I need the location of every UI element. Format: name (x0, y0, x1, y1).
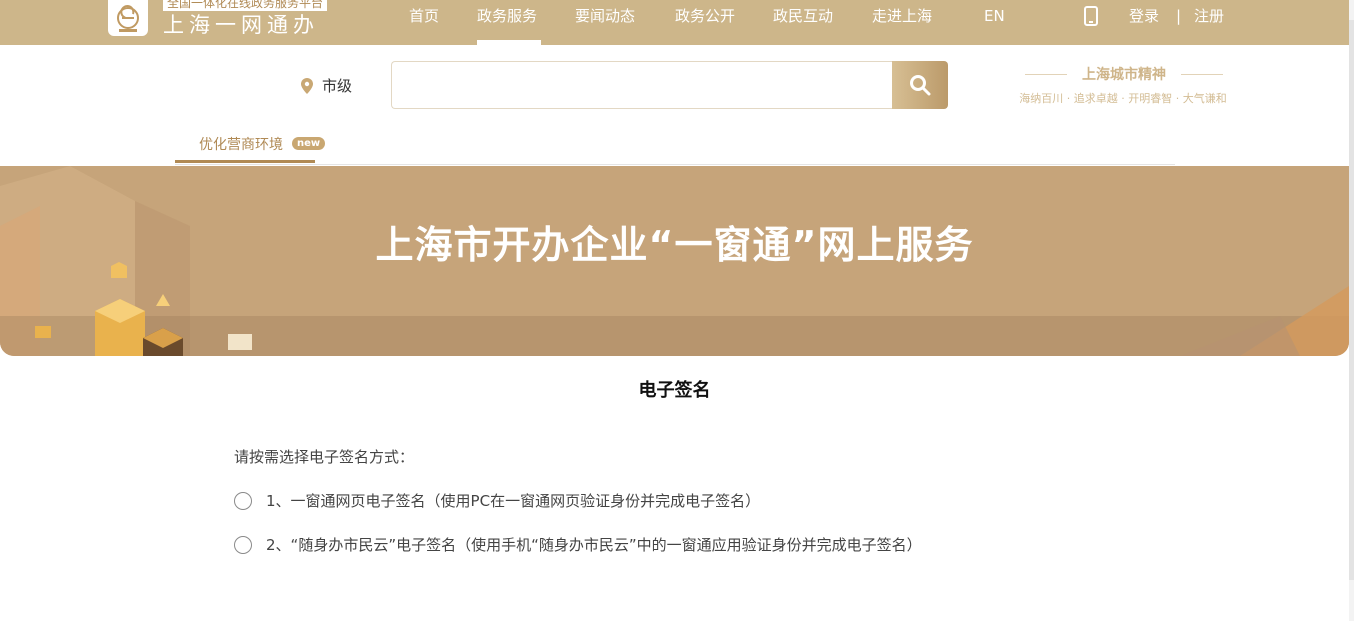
nav-about-shanghai[interactable]: 走进上海 (872, 6, 932, 26)
city-spirit-subtitle: 海纳百川 · 追求卓越 · 开明睿智 · 大气谦和 (1019, 92, 1227, 105)
top-nav-bar: 全国一体化在线政务服务平台 上海一网通办 首页 政务服务 要闻动态 政务公开 政… (0, 0, 1354, 45)
scrollbar-thumb[interactable] (1349, 20, 1354, 580)
logo[interactable] (108, 0, 148, 36)
new-badge: new (292, 137, 326, 150)
location-selector[interactable]: 市级 (322, 76, 352, 96)
tab-underline (175, 160, 315, 163)
option-label[interactable]: 2、“随身办市民云”电子签名（使用手机“随身办市民云”中的一窗通应用验证身份并完… (266, 535, 922, 555)
nav-home[interactable]: 首页 (409, 6, 439, 26)
logo-subtitle: 全国一体化在线政务服务平台 (163, 0, 328, 11)
logo-emblem-icon (117, 5, 139, 32)
banner: 上海市开办企业“一窗通”网上服务 (0, 166, 1349, 356)
phone-icon[interactable] (1084, 6, 1098, 30)
logo-title: 上海一网通办 (163, 13, 319, 37)
search-icon (910, 75, 931, 96)
nav-english[interactable]: EN (984, 6, 1005, 26)
register-link[interactable]: 注册 (1194, 6, 1224, 26)
nav-gov-disclosure[interactable]: 政务公开 (675, 6, 735, 26)
page-title: 电子签名 (638, 380, 711, 401)
login-link[interactable]: 登录 (1129, 6, 1159, 26)
nav-active-indicator (477, 40, 541, 45)
option-label[interactable]: 1、一窗通网页电子签名（使用PC在一窗通网页验证身份并完成电子签名） (266, 491, 760, 511)
banner-title: 上海市开办企业“一窗通”网上服务 (375, 223, 974, 267)
radio-mobile-signature[interactable] (234, 536, 252, 554)
tab-business-environment[interactable]: 优化营商环境 (199, 136, 283, 154)
divider (175, 164, 1175, 165)
signature-prompt: 请按需选择电子签名方式： (234, 448, 415, 466)
search-button[interactable] (892, 61, 948, 109)
nav-interaction[interactable]: 政民互动 (773, 6, 833, 26)
nav-news[interactable]: 要闻动态 (575, 6, 635, 26)
map-pin-icon[interactable] (301, 78, 313, 98)
search-input[interactable] (391, 61, 894, 109)
auth-separator: | (1176, 7, 1182, 25)
radio-web-signature[interactable] (234, 492, 252, 510)
city-spirit-title: 上海城市精神 (1082, 67, 1166, 83)
nav-gov-services[interactable]: 政务服务 (477, 6, 537, 26)
